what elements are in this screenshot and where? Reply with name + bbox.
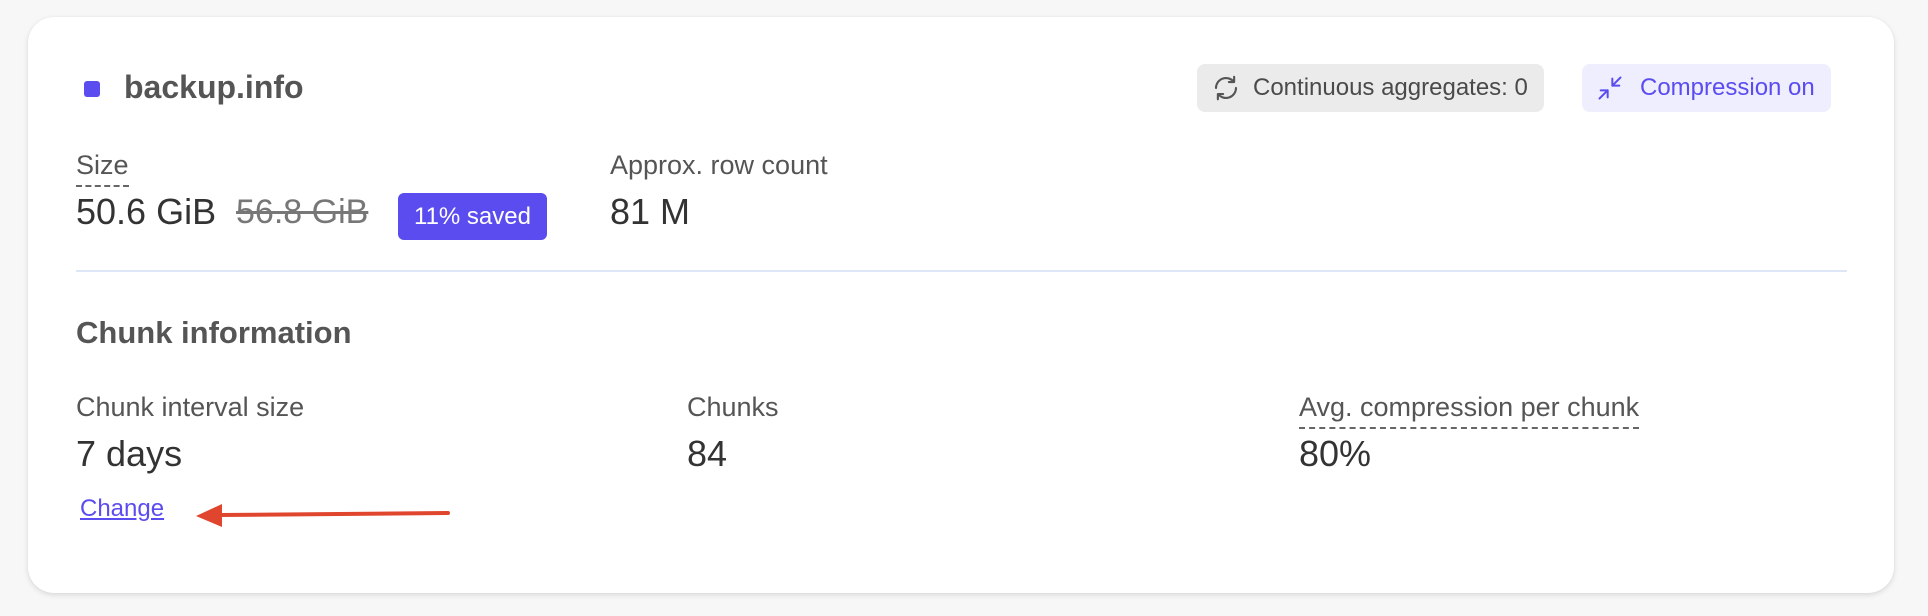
section-divider <box>76 270 1847 272</box>
compression-label: Compression on <box>1640 74 1815 101</box>
size-current-value: 50.6 GiB <box>76 191 217 232</box>
chunk-info-title: Chunk information <box>76 315 352 350</box>
refresh-icon <box>1211 73 1241 103</box>
avg-compression-value: 80% <box>1299 433 1372 474</box>
continuous-aggregates-label: Continuous aggregates: 0 <box>1253 74 1528 101</box>
chunk-interval-value: 7 days <box>76 433 183 474</box>
annotation-arrow-icon <box>196 504 450 527</box>
chunk-interval-label: Chunk interval size <box>76 392 305 422</box>
compression-badge[interactable]: Compression on <box>1582 64 1831 112</box>
chunks-label: Chunks <box>687 392 779 422</box>
table-name: backup.info <box>124 69 304 105</box>
chunks-value: 84 <box>687 433 728 474</box>
row-count-value: 81 M <box>610 191 691 232</box>
avg-compression-label[interactable]: Avg. compression per chunk <box>1299 392 1640 429</box>
size-label[interactable]: Size <box>76 150 129 187</box>
change-interval-link[interactable]: Change <box>80 495 164 523</box>
compress-icon <box>1596 74 1624 102</box>
table-color-dot <box>84 81 100 97</box>
row-count-label: Approx. row count <box>610 150 828 180</box>
saved-badge: 11% saved <box>398 193 547 240</box>
continuous-aggregates-badge[interactable]: Continuous aggregates: 0 <box>1197 64 1544 112</box>
hypertable-card: backup.info Continuous aggregates: 0 Com… <box>28 17 1894 593</box>
size-original-value: 56.8 GiB <box>236 193 369 231</box>
